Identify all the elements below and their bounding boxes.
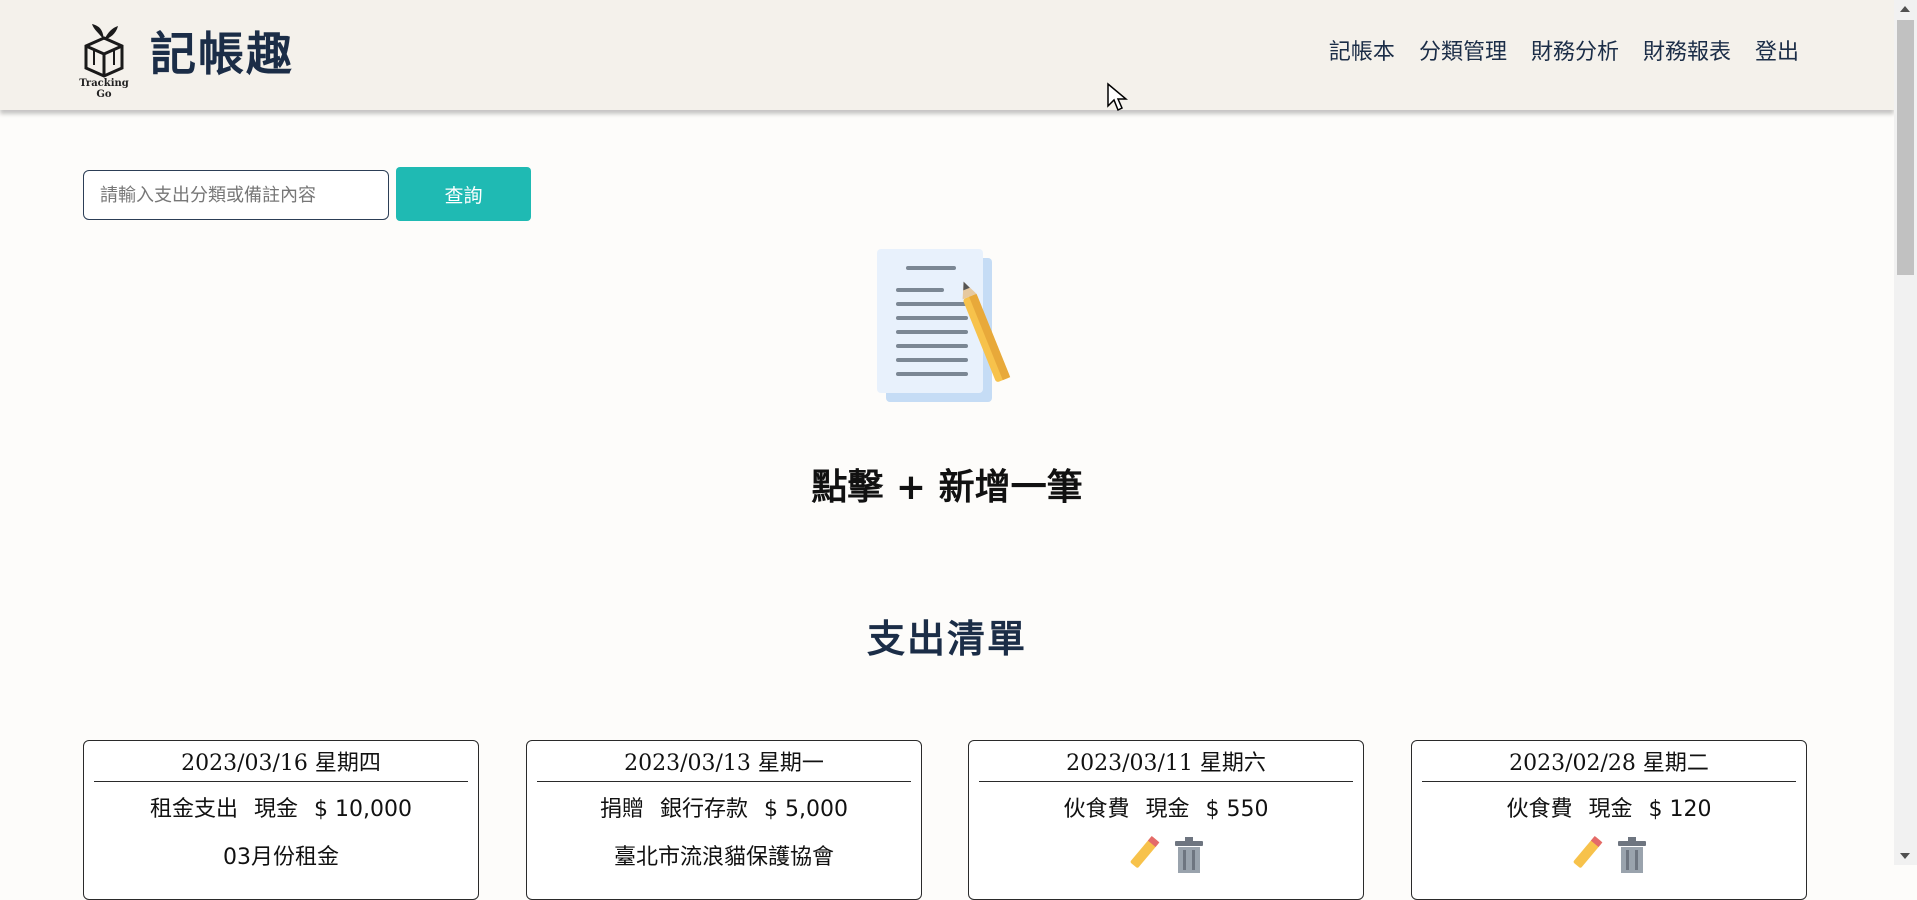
expense-date: 2023/03/11 星期六 xyxy=(979,741,1353,782)
brand-title[interactable]: 記帳趣 xyxy=(150,18,294,84)
expense-detail: 伙食費 現金 $ 550 xyxy=(969,791,1363,823)
card-actions xyxy=(969,833,1363,873)
nav-logout[interactable]: 登出 xyxy=(1755,34,1799,66)
add-entry-hint: 點擊 + 新增一筆 xyxy=(811,467,1083,508)
scroll-thumb[interactable] xyxy=(1897,20,1914,275)
mouse-cursor-icon xyxy=(1107,82,1128,112)
expense-detail: 租金支出 現金 $ 10,000 xyxy=(84,791,478,823)
expense-account: 銀行存款 xyxy=(660,797,749,822)
scroll-up-arrow-icon[interactable] xyxy=(1900,6,1910,12)
vertical-scrollbar[interactable] xyxy=(1894,0,1917,865)
expense-amount: $ 10,000 xyxy=(314,797,412,822)
expense-note: 臺北市流浪貓保護協會 xyxy=(613,845,834,870)
expense-detail: 伙食費 現金 $ 120 xyxy=(1412,791,1806,823)
expense-date: 2023/02/28 星期二 xyxy=(1422,741,1796,782)
delete-trash-icon[interactable] xyxy=(1614,833,1650,873)
expense-account: 現金 xyxy=(1588,797,1633,822)
logo-text: Tracking Go xyxy=(79,78,129,100)
document-pencil-icon[interactable] xyxy=(872,246,1016,406)
delete-trash-icon[interactable] xyxy=(1171,833,1207,873)
nav-financial-report[interactable]: 財務報表 xyxy=(1643,34,1731,66)
expense-detail: 捐贈 銀行存款 $ 5,000 xyxy=(527,791,921,823)
expense-card: 2023/03/13 星期一 捐贈 銀行存款 $ 5,000 臺北市流浪貓保護協會 xyxy=(526,740,922,900)
nav-category-management[interactable]: 分類管理 xyxy=(1419,34,1507,66)
expense-card: 2023/02/28 星期二 伙食費 現金 $ 120 xyxy=(1411,740,1807,900)
expense-card: 2023/03/16 星期四 租金支出 現金 $ 10,000 03月份租金 xyxy=(83,740,479,900)
expense-amount: $ 5,000 xyxy=(764,797,848,822)
edit-pencil-icon[interactable] xyxy=(1568,833,1606,873)
main-nav: 記帳本 分類管理 財務分析 財務報表 登出 xyxy=(1329,34,1799,66)
expense-account: 現金 xyxy=(254,797,299,822)
expense-category: 捐贈 xyxy=(599,797,644,822)
expense-category: 租金支出 xyxy=(150,797,239,822)
expense-account: 現金 xyxy=(1145,797,1190,822)
expense-category: 伙食費 xyxy=(1506,797,1573,822)
top-navbar: Tracking Go 記帳趣 記帳本 分類管理 財務分析 財務報表 登出 xyxy=(0,0,1894,110)
edit-pencil-icon[interactable] xyxy=(1125,833,1163,873)
expense-note: 03月份租金 xyxy=(223,845,339,870)
search-input[interactable] xyxy=(83,170,389,220)
expense-amount: $ 120 xyxy=(1648,797,1712,822)
card-actions xyxy=(1412,833,1806,873)
box-plant-logo-icon xyxy=(84,24,124,78)
nav-ledger[interactable]: 記帳本 xyxy=(1329,34,1395,66)
expense-amount: $ 550 xyxy=(1205,797,1269,822)
expense-category: 伙食費 xyxy=(1063,797,1130,822)
expense-date: 2023/03/16 星期四 xyxy=(94,741,468,782)
search-button[interactable]: 查詢 xyxy=(396,167,531,221)
expense-date: 2023/03/13 星期一 xyxy=(537,741,911,782)
expense-card: 2023/03/11 星期六 伙食費 現金 $ 550 xyxy=(968,740,1364,900)
logo[interactable]: Tracking Go xyxy=(72,20,136,100)
nav-financial-analysis[interactable]: 財務分析 xyxy=(1531,34,1619,66)
section-title-expense-list: 支出清單 xyxy=(866,617,1027,661)
scroll-down-arrow-icon[interactable] xyxy=(1900,853,1910,859)
